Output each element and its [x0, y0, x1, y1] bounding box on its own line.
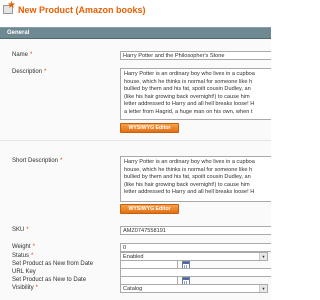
status-select[interactable]: Enabled ▼	[120, 252, 268, 261]
description-textarea[interactable]: Harry Potter is an ordinary boy who live…	[120, 68, 271, 120]
status-value: Enabled	[123, 254, 144, 260]
short-description-line: (like his hair growing back overnight!) …	[124, 181, 250, 188]
sku-label: SKU *	[12, 227, 29, 233]
divider	[0, 140, 271, 141]
description-line: (like his hair growing back overnight!) …	[124, 93, 250, 100]
page-title: ★ New Product (Amazon books)	[3, 1, 146, 17]
short-description-line: letter addressed to Harry and all hell b…	[124, 189, 255, 195]
new-to-date-label: Set Product as New to Date	[12, 277, 87, 283]
short-description-textarea[interactable]: Harry Potter is an ordinary boy who live…	[120, 156, 271, 202]
required-marker: *	[44, 69, 47, 75]
description-label: Description *	[12, 69, 47, 75]
name-label: Name *	[12, 52, 33, 58]
url-key-input[interactable]	[120, 268, 271, 277]
visibility-value: Catalog	[123, 286, 143, 292]
url-key-label: URL Key	[12, 269, 36, 275]
short-description-line: house, which he thinks is normal for som…	[124, 166, 253, 173]
status-label: Status *	[12, 253, 34, 259]
short-description-line: Harry Potter is an ordinary boy who live…	[124, 159, 255, 165]
required-marker: *	[32, 244, 35, 250]
chevron-down-icon[interactable]: ▼	[259, 285, 267, 292]
required-marker: *	[60, 158, 63, 164]
required-marker: *	[30, 52, 33, 58]
name-input[interactable]: Harry Potter and the Philosopher's Stone	[120, 51, 271, 60]
description-wysiwyg-button[interactable]: WYSIWYG Editor	[120, 123, 179, 133]
short-description-label: Short Description *	[12, 158, 63, 164]
description-line: Harry Potter is an ordinary boy who live…	[124, 71, 255, 77]
description-line: bullied by them and his fat, spoilt cous…	[124, 86, 251, 92]
section-header-general[interactable]: General	[0, 27, 271, 39]
weight-input[interactable]: 0	[120, 243, 271, 252]
required-marker: *	[35, 285, 38, 291]
required-marker: *	[26, 227, 29, 233]
new-from-date-label: Set Product as New from Date	[12, 261, 94, 267]
required-marker: *	[31, 253, 34, 259]
description-line: a letter from Hagrid, a huge man on his …	[124, 108, 253, 115]
product-box-icon: ★	[3, 1, 16, 15]
sku-input[interactable]: AMZ0747558191	[120, 226, 271, 235]
weight-label: Weight *	[12, 244, 35, 250]
short-description-line: bullied by them and his fat, spoilt cous…	[124, 174, 251, 180]
description-line: house, which he thinks is normal for som…	[124, 78, 253, 85]
visibility-select[interactable]: Catalog ▼	[120, 284, 268, 293]
chevron-down-icon[interactable]: ▼	[259, 253, 267, 260]
visibility-label: Visibility *	[12, 285, 38, 291]
page-title-text: New Product (Amazon books)	[18, 4, 146, 15]
section-title: General	[7, 30, 30, 36]
short-description-wysiwyg-button[interactable]: WYSIWYG Editor	[120, 204, 179, 214]
description-line: letter addressed to Harry and all hell b…	[124, 101, 255, 107]
